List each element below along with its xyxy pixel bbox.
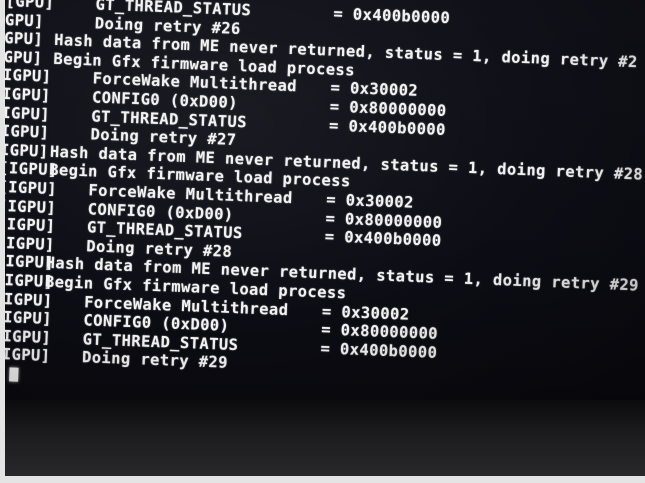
log-prefix: [IGPU]: [4, 289, 53, 310]
log-prefix: [IGPU]: [4, 214, 56, 236]
log-prefix: [IGPU]: [4, 307, 53, 329]
log-prefix: IGPU]: [4, 84, 52, 105]
log-prefix: [IGPU]: [4, 345, 51, 366]
log-prefix: IGPU]: [4, 122, 50, 142]
log-prefix: [IGPU]: [4, 326, 52, 347]
monitor-bezel: [0, 400, 645, 483]
photo-border-left: [0, 0, 5, 483]
log-prefix: [IGPU]: [4, 177, 58, 199]
log-prefix: IGPU]: [4, 140, 49, 161]
log-prefix: [IGPU]: [4, 233, 56, 254]
retry-message: Doing retry #29: [81, 348, 229, 373]
photo-border-bottom: [0, 476, 645, 483]
log-prefix: GPU]: [4, 47, 43, 68]
log-prefix: IGPU]: [4, 103, 51, 124]
photo-of-monitor: [GPU] GT_THREAD_STATUS = 0x400b0000 GPU] Doi…: [0, 0, 645, 483]
log-prefix: GPU]: [4, 29, 44, 49]
console-output: [GPU] GT_THREAD_STATUS = 0x400b0000 GPU] Doi…: [4, 0, 645, 398]
log-prefix: IGPU]: [4, 66, 52, 87]
console-screen: [GPU] GT_THREAD_STATUS = 0x400b0000 GPU] Doi…: [4, 0, 645, 405]
log-prefix: [IGPU]: [4, 196, 57, 217]
log-prefix: GPU]: [4, 10, 45, 31]
text-cursor: [9, 367, 19, 382]
